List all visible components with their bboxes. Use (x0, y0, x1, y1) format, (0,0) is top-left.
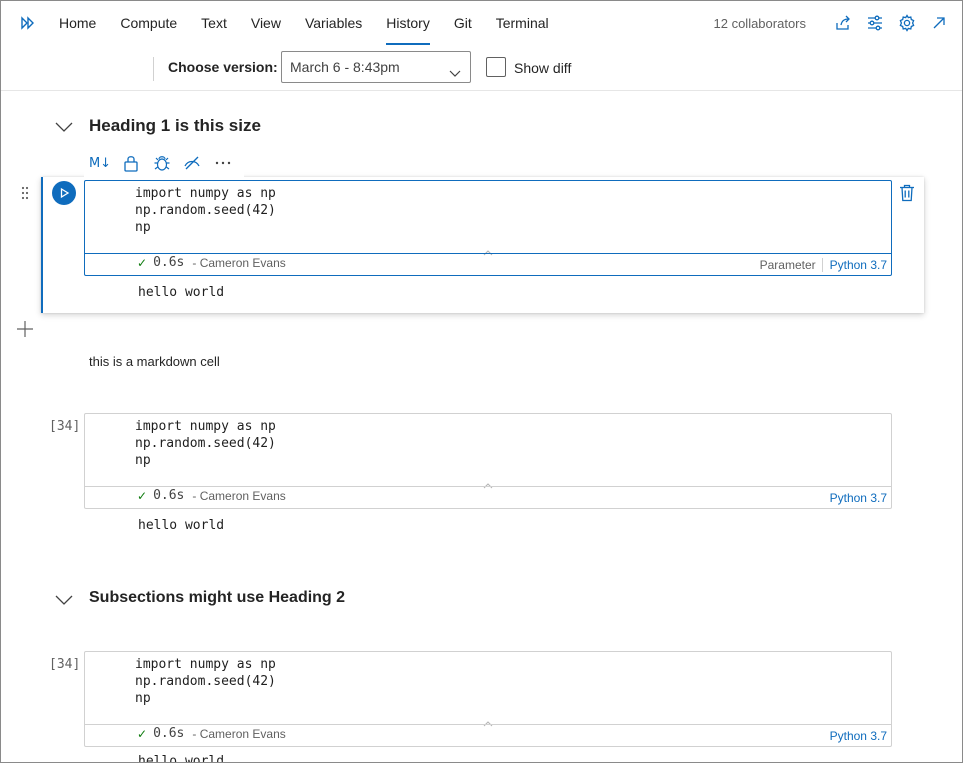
lock-icon[interactable] (122, 153, 141, 173)
collapse-chevron-icon[interactable] (55, 120, 73, 132)
menu-view[interactable]: View (251, 1, 281, 45)
version-bar: Choose version: March 6 - 8:43pm Show di… (1, 45, 962, 91)
open-external-icon[interactable] (930, 14, 948, 32)
cell-output: hello world (138, 285, 225, 300)
success-check-icon: ✓ (137, 726, 148, 741)
collapse-output-icon[interactable] (483, 714, 493, 727)
drag-handle-icon[interactable] (20, 186, 30, 200)
markdown-cell[interactable]: this is a markdown cell (89, 354, 220, 369)
collapse-output-icon[interactable] (483, 243, 493, 256)
share-icon[interactable] (834, 14, 852, 32)
divider (85, 724, 891, 725)
cell-author: - Cameron Evans (192, 255, 286, 270)
show-diff-checkbox[interactable] (486, 57, 506, 77)
choose-version-label: Choose version: (168, 59, 278, 75)
code-editor[interactable]: import numpy as np np.random.seed(42) np (135, 418, 276, 469)
exec-time: 0.6s (153, 255, 185, 270)
exec-count: [34] (49, 657, 81, 672)
code-editor[interactable]: import numpy as np np.random.seed(42) np (135, 656, 276, 707)
version-select[interactable]: March 6 - 8:43pm (281, 51, 471, 83)
cell-status: ✓ 0.6s - Cameron Evans (137, 488, 286, 503)
add-cell-icon[interactable] (16, 320, 34, 338)
cell-meta: Python 3.7 (830, 491, 887, 505)
cell-status: ✓ 0.6s - Cameron Evans (137, 255, 286, 270)
delete-icon[interactable] (899, 184, 915, 202)
collapse-chevron-icon[interactable] (55, 593, 73, 605)
chevron-down-icon (448, 60, 462, 77)
cell-status: ✓ 0.6s - Cameron Evans (137, 726, 286, 741)
nav-actions: 12 collaborators (714, 1, 949, 45)
code-editor[interactable]: import numpy as np np.random.seed(42) np (135, 185, 276, 236)
kernel-label[interactable]: Python 3.7 (830, 729, 887, 743)
heading-2: Subsections might use Heading 2 (89, 589, 346, 606)
app-window: Home Compute Text View Variables History… (0, 0, 963, 763)
filter-settings-icon[interactable] (866, 14, 884, 32)
cell-author: - Cameron Evans (192, 726, 286, 741)
collapse-output-icon[interactable] (483, 476, 493, 489)
code-cell-1[interactable]: import numpy as np np.random.seed(42) np… (84, 180, 892, 276)
menu-variables[interactable]: Variables (305, 1, 362, 45)
divider (153, 57, 154, 81)
exec-time: 0.6s (153, 726, 185, 741)
menu-home[interactable]: Home (59, 1, 96, 45)
menu-compute[interactable]: Compute (120, 1, 177, 45)
divider (85, 486, 891, 487)
success-check-icon: ✓ (137, 488, 148, 503)
cell-toolbar: M↓ (84, 149, 244, 177)
more-icon[interactable] (214, 153, 233, 173)
gear-icon[interactable] (898, 14, 916, 32)
main-menu: Home Compute Text View Variables History… (59, 1, 573, 45)
exec-count: [34] (49, 419, 81, 434)
code-cell-2[interactable]: import numpy as np np.random.seed(42) np… (84, 413, 892, 509)
cell-meta: Parameter Python 3.7 (760, 258, 887, 272)
menu-terminal[interactable]: Terminal (496, 1, 549, 45)
kernel-label[interactable]: Python 3.7 (830, 491, 887, 505)
version-select-value: March 6 - 8:43pm (290, 59, 400, 75)
kernel-label[interactable]: Python 3.7 (830, 258, 887, 272)
heading-1: Heading 1 is this size (89, 116, 261, 135)
collaborators-count[interactable]: 12 collaborators (714, 16, 807, 31)
cell-output: hello world (138, 518, 225, 533)
menu-text[interactable]: Text (201, 1, 227, 45)
show-diff-label[interactable]: Show diff (514, 60, 571, 76)
bug-icon[interactable] (153, 153, 172, 173)
cell-meta: Python 3.7 (830, 729, 887, 743)
parameter-tag[interactable]: Parameter (760, 258, 823, 272)
cell-author: - Cameron Evans (192, 488, 286, 503)
expand-panel-icon[interactable] (19, 14, 37, 32)
cell-output: hello world (138, 754, 225, 763)
markdown-icon[interactable]: M↓ (89, 153, 111, 173)
menu-git[interactable]: Git (454, 1, 472, 45)
code-cell-3[interactable]: import numpy as np np.random.seed(42) np… (84, 651, 892, 747)
top-nav: Home Compute Text View Variables History… (1, 1, 962, 45)
hide-icon[interactable] (183, 153, 202, 173)
run-cell-button[interactable] (52, 181, 76, 205)
success-check-icon: ✓ (137, 255, 148, 270)
exec-time: 0.6s (153, 488, 185, 503)
divider (85, 253, 891, 254)
menu-history[interactable]: History (386, 1, 430, 45)
